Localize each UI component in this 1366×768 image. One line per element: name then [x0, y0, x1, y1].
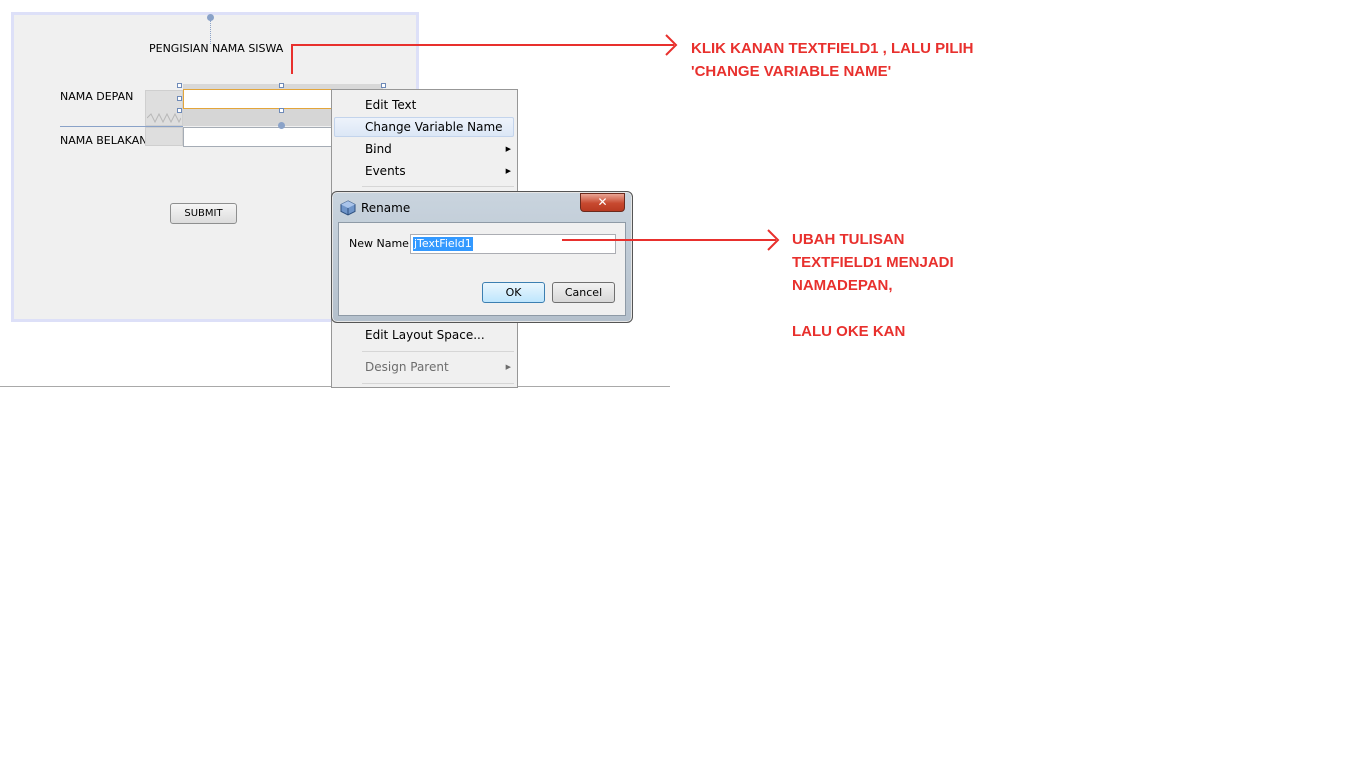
label-nama-belakang[interactable]: NAMA BELAKANG	[60, 134, 156, 147]
menu-separator	[362, 351, 514, 352]
menu-item-label: Events	[365, 164, 406, 178]
menu-item-edit-text[interactable]: Edit Text	[332, 94, 517, 116]
annotation-line: NAMADEPAN,	[792, 277, 893, 294]
netbeans-cube-icon	[340, 200, 356, 216]
layout-spring-icon	[147, 113, 181, 123]
anchor-dot	[278, 122, 285, 129]
alignment-guide-line	[60, 126, 183, 127]
annotation-note-1: KLIK KANAN TEXTFIELD1 , LALU PILIH 'CHAN…	[691, 37, 974, 83]
new-name-input[interactable]: jTextField1	[410, 234, 616, 254]
triangle-right-icon: ▶	[505, 145, 511, 153]
resize-handle[interactable]	[177, 83, 182, 88]
menu-separator	[362, 383, 514, 384]
form-title-label[interactable]: PENGISIAN NAMA SISWA	[149, 42, 283, 55]
dialog-title: Rename	[361, 201, 411, 215]
menu-item-bind[interactable]: Bind ▶	[332, 138, 517, 160]
dialog-body: New Name: jTextField1 OK Cancel	[338, 222, 626, 316]
label-nama-depan[interactable]: NAMA DEPAN	[60, 90, 133, 103]
layout-gap-cell	[145, 127, 183, 146]
annotation-line: LALU OKE KAN	[792, 323, 906, 340]
triangle-right-icon: ▶	[505, 363, 511, 371]
resize-handle[interactable]	[381, 83, 386, 88]
resize-handle[interactable]	[279, 83, 284, 88]
selection-shade	[183, 108, 333, 126]
cancel-button[interactable]: Cancel	[552, 282, 615, 303]
resize-handle[interactable]	[279, 108, 284, 113]
resize-handle[interactable]	[177, 108, 182, 113]
menu-item-label: Edit Layout Space...	[365, 328, 485, 342]
rename-dialog: Rename ✕ New Name: jTextField1 OK Cancel	[331, 191, 633, 323]
annotation-note-2: UBAH TULISAN TEXTFIELD1 MENJADI NAMADEPA…	[792, 228, 954, 343]
menu-item-label: Design Parent	[365, 360, 449, 374]
new-name-label: New Name:	[349, 237, 413, 250]
annotation-line	[792, 297, 954, 320]
annotation-line: KLIK KANAN TEXTFIELD1 , LALU PILIH	[691, 40, 974, 57]
menu-item-events[interactable]: Events ▶	[332, 160, 517, 182]
triangle-right-icon: ▶	[505, 167, 511, 175]
annotation-line: TEXTFIELD1 MENJADI	[792, 254, 954, 271]
submit-button[interactable]: SUBMIT	[170, 203, 237, 224]
resize-handle[interactable]	[177, 96, 182, 101]
menu-item-change-variable-name[interactable]: Change Variable Name ...	[332, 116, 517, 156]
annotation-line: 'CHANGE VARIABLE NAME'	[691, 63, 892, 80]
menu-separator	[362, 186, 514, 187]
menu-item-design-parent[interactable]: Design Parent ▶	[332, 356, 517, 378]
menu-item-label: Edit Text	[365, 98, 417, 112]
annotation-arrow-2-head	[767, 229, 780, 251]
menu-item-edit-layout-space[interactable]: Edit Layout Space...	[332, 324, 517, 346]
new-name-selected-text: jTextField1	[413, 237, 473, 251]
annotation-line: UBAH TULISAN	[792, 231, 905, 248]
layout-guide-line	[210, 20, 211, 44]
text-field-nama-belakang[interactable]	[183, 127, 333, 147]
ok-button[interactable]: OK	[482, 282, 545, 303]
menu-item-label: Bind	[365, 142, 392, 156]
close-button[interactable]: ✕	[580, 193, 625, 212]
annotation-arrow-1-head	[665, 34, 678, 56]
